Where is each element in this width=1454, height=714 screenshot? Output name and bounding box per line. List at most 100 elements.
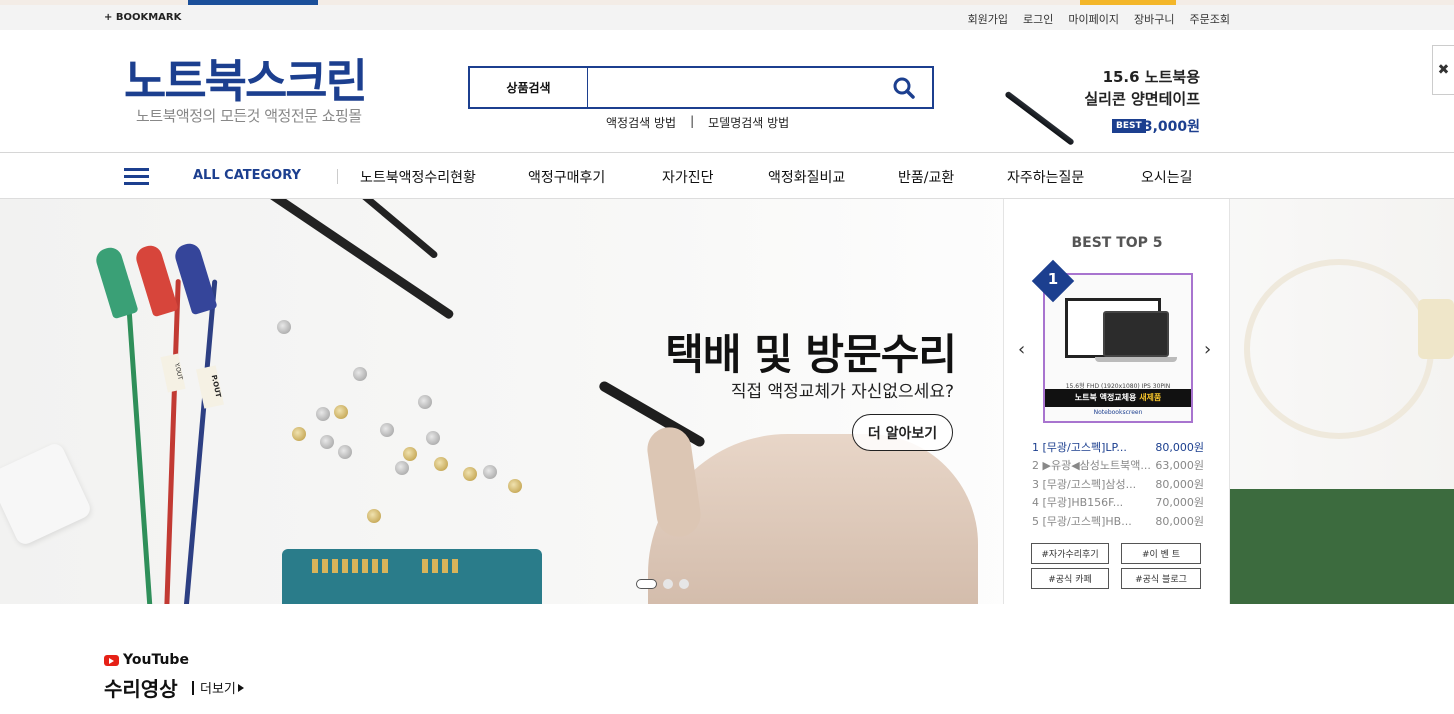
best-title: BEST TOP 5 bbox=[1071, 235, 1163, 251]
section-title: 수리영상 bbox=[104, 677, 178, 701]
order-lookup-link[interactable]: 주문조회 bbox=[1190, 11, 1230, 27]
search-bar: 상품검색 bbox=[468, 66, 934, 109]
cart-link[interactable]: 장바구니 bbox=[1134, 11, 1174, 27]
connector-image bbox=[1418, 299, 1454, 359]
nav-divider bbox=[337, 169, 338, 184]
best-badge: BEST bbox=[1112, 119, 1146, 133]
nav-item-faq[interactable]: 자주하는질문 bbox=[1007, 167, 1084, 187]
list-item[interactable]: 2 ▶유광◀삼성노트북액... 63,000원 bbox=[1032, 457, 1204, 475]
screw-image bbox=[277, 320, 291, 334]
hashtag-buttons: #자가수리후기 #이 벤 트 #공식 카페 #공식 블로그 bbox=[1031, 543, 1203, 589]
nav-item-quality-compare[interactable]: 액정화질비교 bbox=[768, 167, 845, 187]
list-item[interactable]: 3 [무광/고스펙]삼성... 80,000원 bbox=[1032, 476, 1204, 494]
youtube-text: YouTube bbox=[123, 652, 189, 668]
screw-image bbox=[367, 509, 381, 523]
slider-dots bbox=[636, 579, 689, 589]
cable-image bbox=[164, 279, 181, 604]
tag-self-repair-review[interactable]: #자가수리후기 bbox=[1031, 543, 1109, 564]
account-links: 회원가입 로그인 마이페이지 장바구니 주문조회 bbox=[968, 11, 1230, 27]
caret-right-icon bbox=[237, 683, 244, 692]
cable-image bbox=[183, 279, 218, 604]
screwdriver-image bbox=[357, 199, 439, 260]
list-item[interactable]: 1 [무광/고스펙]LP... 80,000원 bbox=[1032, 439, 1204, 457]
nav-item-reviews[interactable]: 액정구매후기 bbox=[528, 167, 605, 187]
screw-image bbox=[483, 465, 497, 479]
plug-image bbox=[93, 244, 139, 320]
search-input[interactable] bbox=[588, 68, 876, 107]
close-icon[interactable]: ✖ bbox=[1432, 45, 1454, 95]
best-product-thumbnail[interactable]: 15.6형 FHD (1920x1080) IPS 30PIN 노트북 액정교체… bbox=[1043, 273, 1193, 423]
slider-dot[interactable] bbox=[679, 579, 689, 589]
promo-line1: 15.6 노트북용 bbox=[1102, 68, 1200, 86]
laptop-image bbox=[1095, 357, 1177, 362]
list-item[interactable]: 5 [무광/고스펙]HB... 80,000원 bbox=[1032, 513, 1204, 531]
screw-image bbox=[403, 447, 417, 461]
hero-subtitle: 직접 액정교체가 자신없으세요? bbox=[730, 382, 954, 402]
search-help-links: 액정검색 방법 | 모델명검색 방법 bbox=[606, 114, 789, 131]
mypage-link[interactable]: 마이페이지 bbox=[1068, 11, 1119, 27]
promo-banner[interactable]: 15.6 노트북용 실리콘 양면테이프 BEST 3,000원 bbox=[1000, 58, 1200, 146]
screw-image bbox=[353, 367, 367, 381]
laptop-image bbox=[1103, 311, 1169, 357]
hero-title: 택배 및 방문수리 bbox=[665, 330, 957, 379]
hero-slider[interactable]: Y.OUT P.OUT 택배 및 방문수리 직접 액정교체가 자신없으세요? 더… bbox=[0, 199, 1454, 604]
screw-image bbox=[338, 445, 352, 459]
search-icon bbox=[893, 77, 915, 99]
connector-image bbox=[0, 440, 94, 548]
logo-tagline: 노트북액정의 모든것 액정전문 쇼핑몰 bbox=[136, 107, 362, 125]
tag-official-cafe[interactable]: #공식 카페 bbox=[1031, 568, 1109, 589]
circuit-board-image bbox=[1222, 489, 1454, 604]
nav-item-self-diagnosis[interactable]: 자가진단 bbox=[662, 167, 714, 187]
screw-image bbox=[320, 435, 334, 449]
best-list: 1 [무광/고스펙]LP... 80,000원 2 ▶유광◀삼성노트북액... 63… bbox=[1032, 439, 1204, 531]
screw-image bbox=[508, 479, 522, 493]
cable-image bbox=[124, 279, 153, 604]
main-nav: ALL CATEGORY 노트북액정수리현황 액정구매후기 자가진단 액정화질비… bbox=[0, 154, 1454, 199]
cable-image bbox=[1244, 259, 1434, 439]
join-link[interactable]: 회원가입 bbox=[968, 11, 1008, 27]
screw-image bbox=[418, 395, 432, 409]
bookmark-link[interactable]: + BOOKMARK bbox=[104, 12, 181, 23]
model-search-guide-link[interactable]: 모델명검색 방법 bbox=[708, 114, 789, 131]
screw-image bbox=[426, 431, 440, 445]
screw-image bbox=[292, 427, 306, 441]
list-item[interactable]: 4 [무광]HB156F... 70,000원 bbox=[1032, 494, 1204, 512]
thumb-brand: Notebookscreen bbox=[1093, 409, 1143, 416]
learn-more-button[interactable]: 더 알아보기 bbox=[852, 414, 953, 451]
search-button[interactable] bbox=[876, 68, 932, 107]
search-category-label: 상품검색 bbox=[470, 68, 588, 107]
nav-item-repair-status[interactable]: 노트북액정수리현황 bbox=[360, 167, 476, 187]
all-category-button[interactable]: ALL CATEGORY bbox=[193, 168, 301, 183]
site-logo[interactable]: 노트북스크린 노트북액정의 모든것 액정전문 쇼핑몰 bbox=[124, 55, 368, 126]
utility-bar: + BOOKMARK 회원가입 로그인 마이페이지 장바구니 주문조회 bbox=[0, 5, 1454, 30]
lcd-search-guide-link[interactable]: 액정검색 방법 bbox=[606, 114, 676, 131]
slider-dot[interactable] bbox=[636, 579, 657, 589]
thumb-band: 노트북 액정교체용 새제품 bbox=[1045, 389, 1191, 407]
site-header: 노트북스크린 노트북액정의 모든것 액정전문 쇼핑몰 상품검색 액정검색 방법 … bbox=[0, 30, 1454, 153]
screw-image bbox=[380, 423, 394, 437]
cable-label: Y.OUT bbox=[160, 353, 186, 393]
screw-image bbox=[395, 461, 409, 475]
nav-item-returns[interactable]: 반품/교환 bbox=[898, 167, 954, 187]
youtube-label: YouTube bbox=[104, 652, 189, 668]
login-link[interactable]: 로그인 bbox=[1023, 11, 1053, 27]
chevron-left-icon[interactable]: ‹ bbox=[1018, 339, 1025, 360]
screw-image bbox=[316, 407, 330, 421]
plug-image bbox=[133, 242, 179, 318]
promo-line2: 실리콘 양면테이프 bbox=[1084, 90, 1200, 108]
tag-official-blog[interactable]: #공식 블로그 bbox=[1121, 568, 1201, 589]
chevron-right-icon[interactable]: › bbox=[1204, 339, 1211, 360]
promo-price: 3,000원 bbox=[1142, 119, 1200, 135]
tag-event[interactable]: #이 벤 트 bbox=[1121, 543, 1201, 564]
menu-icon[interactable] bbox=[124, 168, 149, 185]
rank-number: 1 bbox=[1047, 270, 1059, 288]
screw-image bbox=[334, 405, 348, 419]
screw-image bbox=[463, 467, 477, 481]
nav-item-directions[interactable]: 오시는길 bbox=[1141, 167, 1193, 187]
tape-roll-image bbox=[1004, 90, 1075, 146]
cable-label: P.OUT bbox=[196, 365, 224, 409]
slider-dot[interactable] bbox=[663, 579, 673, 589]
more-link[interactable]: 더보기 bbox=[192, 678, 244, 697]
best-top5-panel: BEST TOP 5 ‹ › 15.6형 FHD (1920x1080) IPS… bbox=[1003, 199, 1230, 604]
divider: | bbox=[690, 114, 695, 128]
